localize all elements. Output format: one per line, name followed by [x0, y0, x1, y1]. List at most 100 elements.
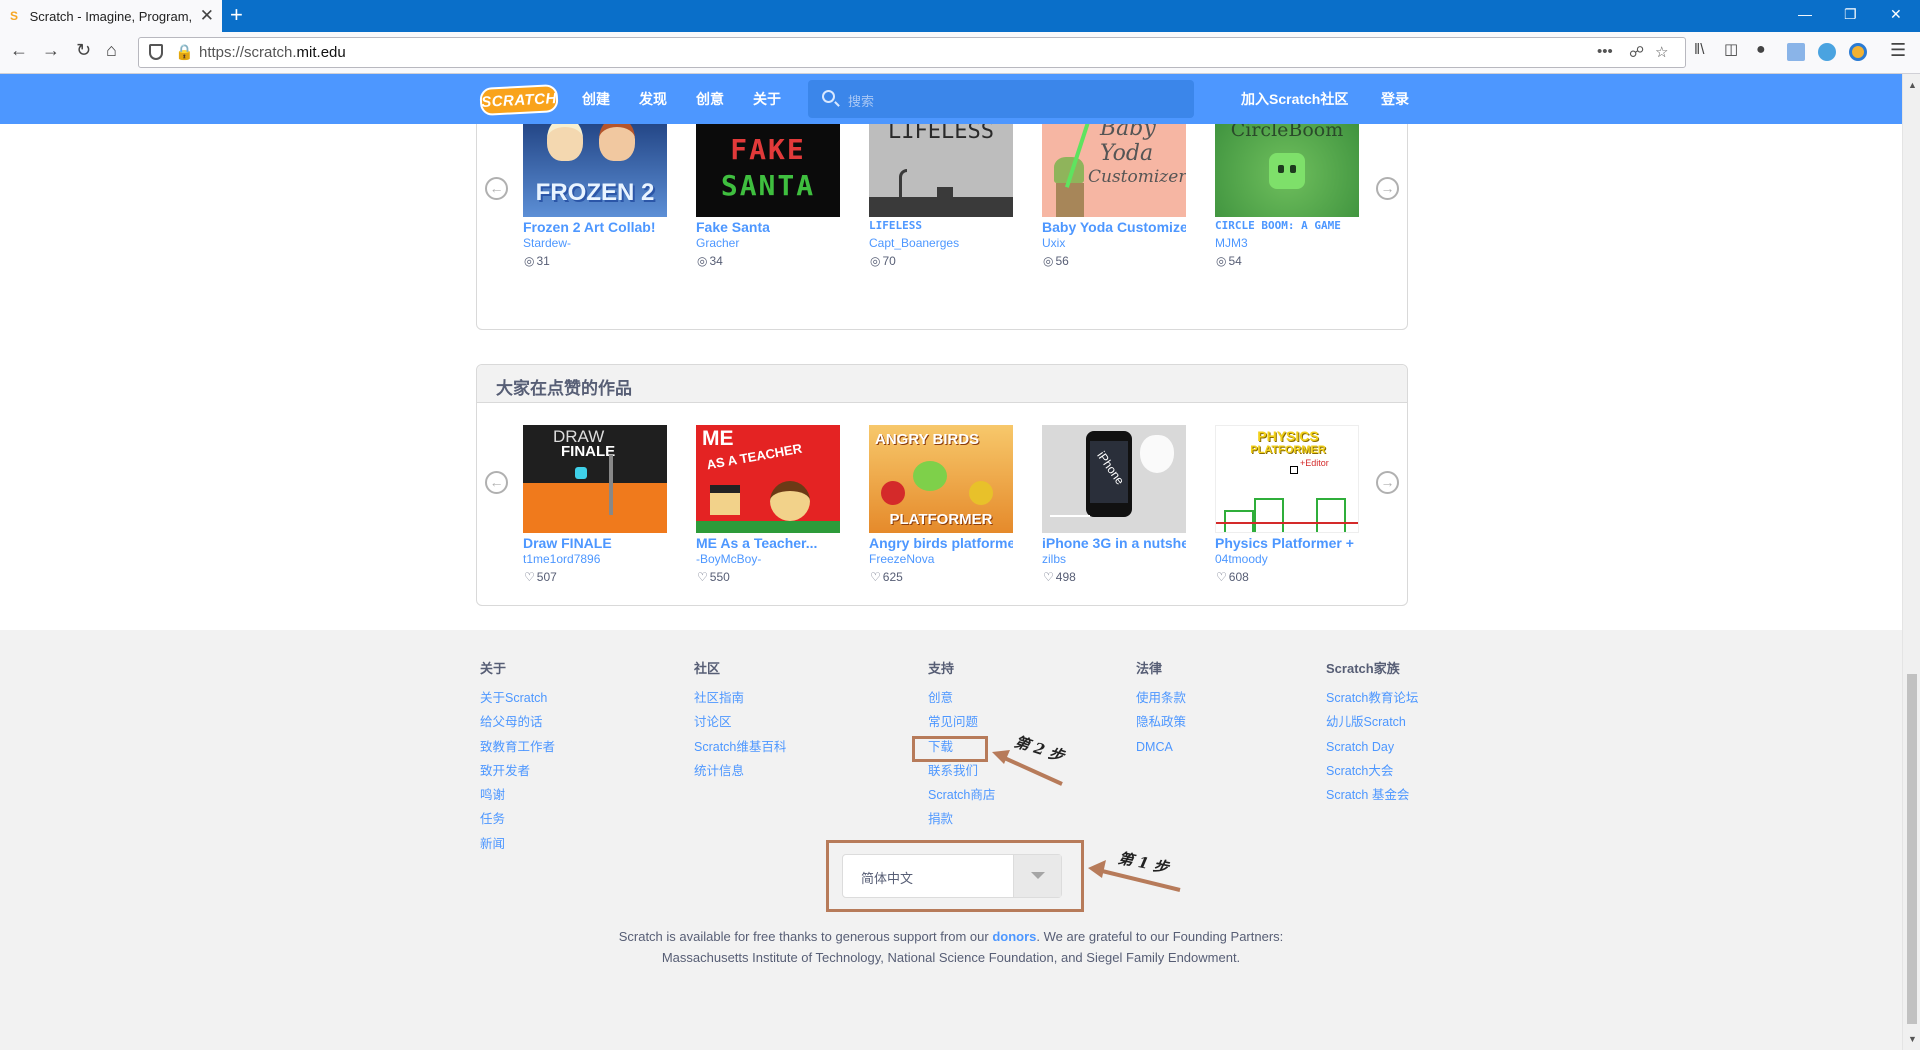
page-scrollbar[interactable]: ▲ ▼: [1902, 74, 1920, 1050]
reload-icon[interactable]: ↻: [76, 40, 91, 60]
footer-link[interactable]: 创意: [928, 690, 995, 714]
project-author[interactable]: FreezeNova: [869, 552, 934, 566]
pocket-icon[interactable]: ☍: [1629, 43, 1644, 61]
donors-link[interactable]: donors: [992, 929, 1036, 944]
scrollbar-thumb[interactable]: [1907, 674, 1917, 1024]
footer-link[interactable]: DMCA: [1136, 739, 1186, 763]
footer-link[interactable]: 致开发者: [480, 763, 555, 787]
footer-link[interactable]: 给父母的话: [480, 714, 555, 738]
footer-link[interactable]: 新闻: [480, 836, 555, 860]
account-icon[interactable]: ●: [1756, 40, 1766, 60]
project-author[interactable]: 04tmoody: [1215, 552, 1268, 566]
tab-close-icon[interactable]: ✕: [200, 6, 214, 26]
footer-link[interactable]: Scratch教育论坛: [1326, 690, 1418, 714]
select-caret-zone[interactable]: [1013, 855, 1061, 897]
page-actions-icon[interactable]: •••: [1597, 43, 1613, 60]
footer-link[interactable]: 关于Scratch: [480, 690, 555, 714]
footer-link[interactable]: Scratch 基金会: [1326, 787, 1418, 811]
nav-create[interactable]: 创建: [582, 89, 610, 109]
join-link[interactable]: 加入Scratch社区: [1241, 89, 1348, 109]
footer-link[interactable]: 捐款: [928, 811, 995, 835]
project-thumbnail[interactable]: ME AS A TEACHER: [696, 425, 840, 533]
bookmark-star-icon[interactable]: ☆: [1655, 43, 1668, 61]
scroll-down-icon[interactable]: ▼: [1908, 1034, 1917, 1044]
window-close-button[interactable]: ✕: [1890, 6, 1902, 23]
footer-link[interactable]: 鸣谢: [480, 787, 555, 811]
project-author[interactable]: Uxix: [1042, 236, 1065, 250]
project-title[interactable]: Draw FINALE: [523, 535, 667, 551]
footer-link[interactable]: 讨论区: [694, 714, 786, 738]
forward-icon[interactable]: →: [42, 40, 60, 60]
login-link[interactable]: 登录: [1381, 89, 1409, 109]
project-title[interactable]: Baby Yoda Customizer: [1042, 219, 1186, 235]
footer-link[interactable]: Scratch维基百科: [694, 739, 786, 763]
footer-link[interactable]: 致教育工作者: [480, 739, 555, 763]
footer-link[interactable]: 统计信息: [694, 763, 786, 787]
footer-link[interactable]: Scratch Day: [1326, 739, 1418, 763]
project-author[interactable]: Gracher: [696, 236, 739, 250]
yoda-robe: [1056, 183, 1084, 217]
project-title[interactable]: Angry birds platformer: [869, 535, 1013, 551]
nav-explore[interactable]: 发现: [639, 89, 667, 109]
footer-link[interactable]: 幼儿版Scratch: [1326, 714, 1418, 738]
scratch-logo[interactable]: SCRATCH: [479, 83, 559, 117]
project-thumbnail[interactable]: DRAW FINALE: [523, 425, 667, 533]
new-tab-button[interactable]: +: [230, 2, 243, 28]
back-icon[interactable]: ←: [10, 40, 28, 60]
project-title[interactable]: Physics Platformer +: [1215, 535, 1359, 551]
restore-button[interactable]: ❐: [1844, 6, 1857, 23]
menu-icon[interactable]: ☰: [1890, 40, 1906, 60]
home-icon[interactable]: ⌂: [106, 40, 117, 60]
project-title[interactable]: Fake Santa: [696, 219, 840, 235]
project-author[interactable]: MJM3: [1215, 236, 1248, 250]
footer-link[interactable]: 任务: [480, 811, 555, 835]
minimize-button[interactable]: —: [1798, 6, 1812, 22]
project-thumbnail[interactable]: FROZEN 2: [523, 109, 667, 217]
extension-bird-icon[interactable]: [1818, 43, 1836, 61]
credits-text: . We are grateful to our Founding Partne…: [1036, 929, 1284, 944]
project-author[interactable]: -BoyMcBoy-: [696, 552, 761, 566]
footer-link[interactable]: 社区指南: [694, 690, 786, 714]
footer-link[interactable]: Scratch商店: [928, 787, 995, 811]
nav-about[interactable]: 关于: [753, 89, 781, 109]
project-thumbnail[interactable]: FAKE SANTA: [696, 109, 840, 217]
shield-icon[interactable]: [149, 44, 163, 60]
carousel-next-icon[interactable]: →: [1376, 177, 1399, 200]
project-author[interactable]: zilbs: [1042, 552, 1066, 566]
footer-link[interactable]: Scratch大会: [1326, 763, 1418, 787]
project-title[interactable]: iPhone 3G in a nutshell: [1042, 535, 1186, 551]
footer-link[interactable]: 使用条款: [1136, 690, 1186, 714]
footer-link[interactable]: 隐私政策: [1136, 714, 1186, 738]
project-thumbnail[interactable]: iPhone: [1042, 425, 1186, 533]
project-thumbnail[interactable]: LIFELESS: [869, 109, 1013, 217]
browser-tab[interactable]: S Scratch - Imagine, Program, ✕: [0, 0, 222, 32]
url-bar[interactable]: 🔒 https://scratch.mit.edu ••• ☍ ☆: [138, 37, 1686, 68]
footer-link[interactable]: 联系我们: [928, 763, 995, 787]
project-author[interactable]: Stardew-: [523, 236, 571, 250]
extension-shield-icon[interactable]: [1849, 43, 1867, 61]
search-input[interactable]: 搜索: [808, 80, 1194, 118]
nav-ideas[interactable]: 创意: [696, 89, 724, 109]
sidebar-icon[interactable]: ◫: [1724, 40, 1738, 60]
carousel-prev-icon[interactable]: ←: [485, 471, 508, 494]
lock-icon[interactable]: 🔒: [175, 43, 194, 61]
extension-note-icon[interactable]: [1787, 43, 1805, 61]
project-author[interactable]: t1me1ord7896: [523, 552, 600, 566]
project-thumbnail[interactable]: PHYSICS PLATFORMER +Editor: [1215, 425, 1359, 533]
project-author[interactable]: Capt_Boanerges: [869, 236, 959, 250]
project-thumbnail[interactable]: Baby Yoda Customizer: [1042, 109, 1186, 217]
library-icon[interactable]: ‖\: [1694, 40, 1704, 60]
project-title[interactable]: ME As a Teacher...: [696, 535, 840, 551]
carousel-next-icon[interactable]: →: [1376, 471, 1399, 494]
language-select[interactable]: 简体中文: [842, 854, 1062, 898]
project-title[interactable]: LIFELESS: [869, 219, 1013, 232]
project-thumbnail[interactable]: CircleBoom: [1215, 109, 1359, 217]
scroll-up-icon[interactable]: ▲: [1908, 80, 1917, 90]
project-title[interactable]: Frozen 2 Art Collab!: [523, 219, 667, 235]
url-text[interactable]: https://scratch.mit.edu: [199, 44, 346, 61]
project-thumbnail[interactable]: ANGRY BIRDS PLATFORMER: [869, 425, 1013, 533]
stat-count: 54: [1228, 254, 1242, 268]
carousel-prev-icon[interactable]: ←: [485, 177, 508, 200]
footer-link[interactable]: 常见问题: [928, 714, 995, 738]
project-title[interactable]: CIRCLE BOOM: A GAME: [1215, 219, 1359, 232]
